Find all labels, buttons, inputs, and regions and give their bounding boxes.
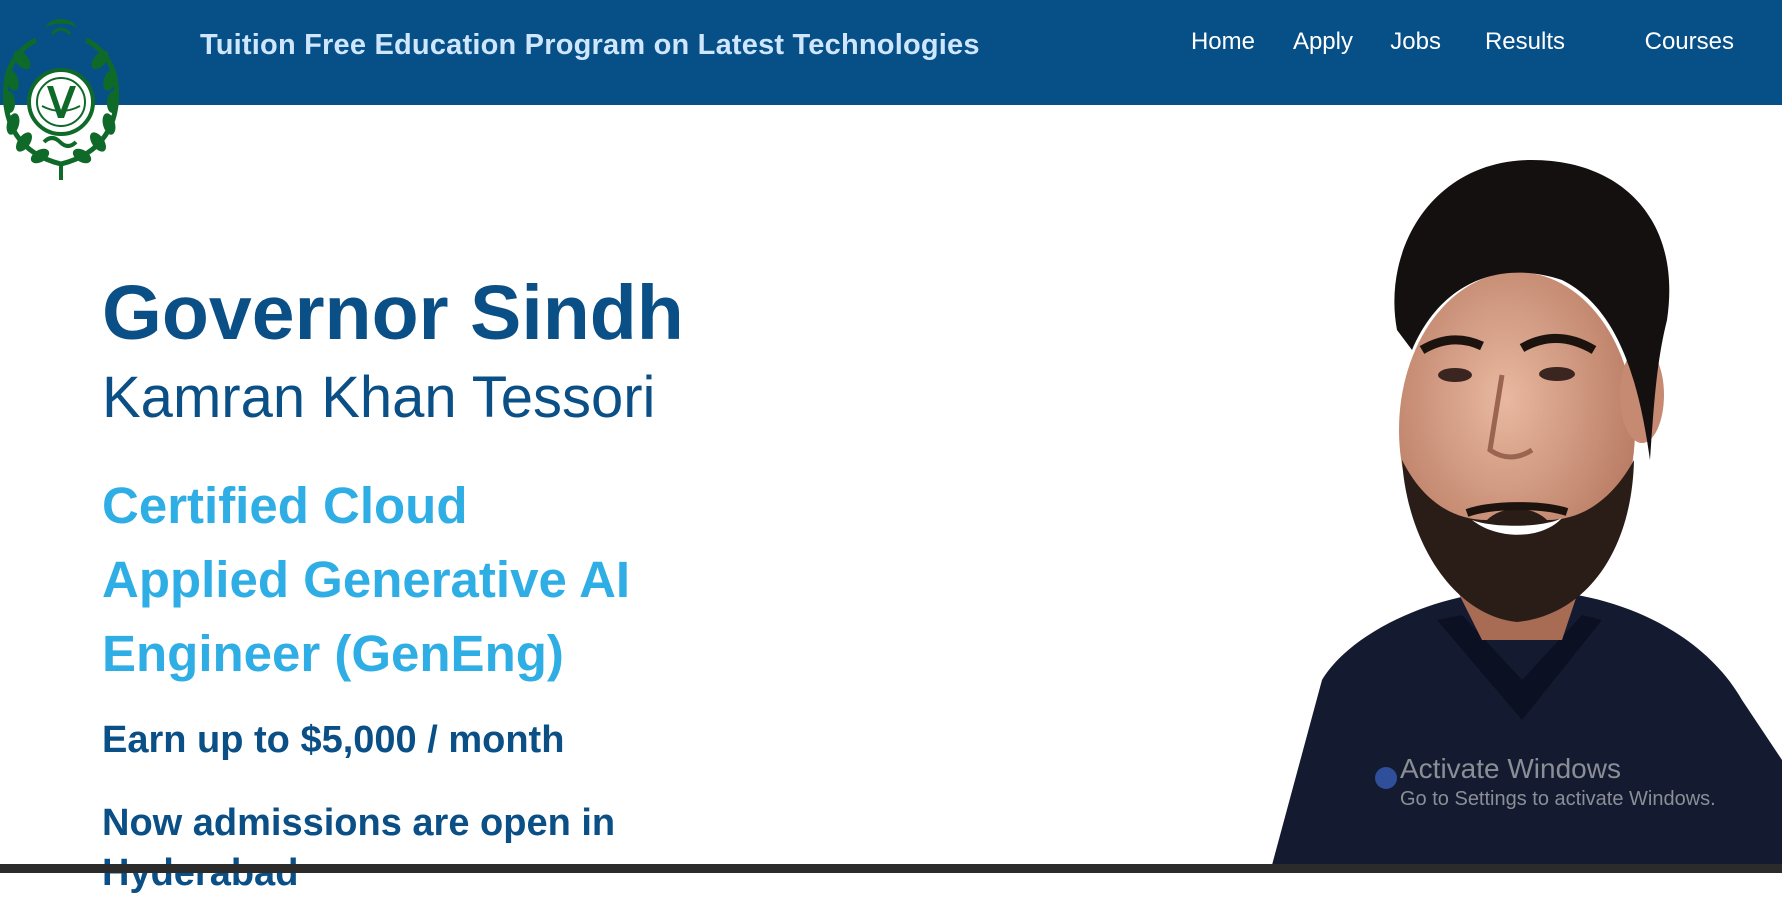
top-navbar: Tuition Free Education Program on Latest… <box>0 0 1782 105</box>
admissions-city-text: Hyderabad <box>102 852 299 894</box>
nav-apply[interactable]: Apply <box>1293 28 1353 56</box>
hero-title: Governor Sindh <box>102 270 684 356</box>
activate-windows-watermark: Activate Windows Go to Settings to activ… <box>1400 752 1716 812</box>
hero-subtitle-name: Kamran Khan Tessori <box>102 365 656 430</box>
governor-sindh-emblem-icon[interactable] <box>0 14 122 182</box>
taskbar-edge <box>0 864 1782 873</box>
program-line: Engineer (GenEng) <box>102 625 564 682</box>
site-title: Tuition Free Education Program on Latest… <box>200 29 980 61</box>
watermark-title: Activate Windows <box>1400 753 1621 784</box>
earn-text: Earn up to $5,000 / month <box>102 719 565 761</box>
nav-home[interactable]: Home <box>1191 28 1255 56</box>
nav-results[interactable]: Results <box>1485 28 1565 56</box>
program-line: Applied Generative AI <box>102 551 631 608</box>
admissions-text: Now admissions are open in <box>102 802 616 844</box>
program-line: Certified Cloud <box>102 477 468 534</box>
program-title: Certified Cloud Applied Generative AI En… <box>102 469 630 691</box>
watermark-subtitle: Go to Settings to activate Windows. <box>1400 788 1716 810</box>
nav-courses[interactable]: Courses <box>1645 28 1734 56</box>
nav-jobs[interactable]: Jobs <box>1390 28 1441 56</box>
